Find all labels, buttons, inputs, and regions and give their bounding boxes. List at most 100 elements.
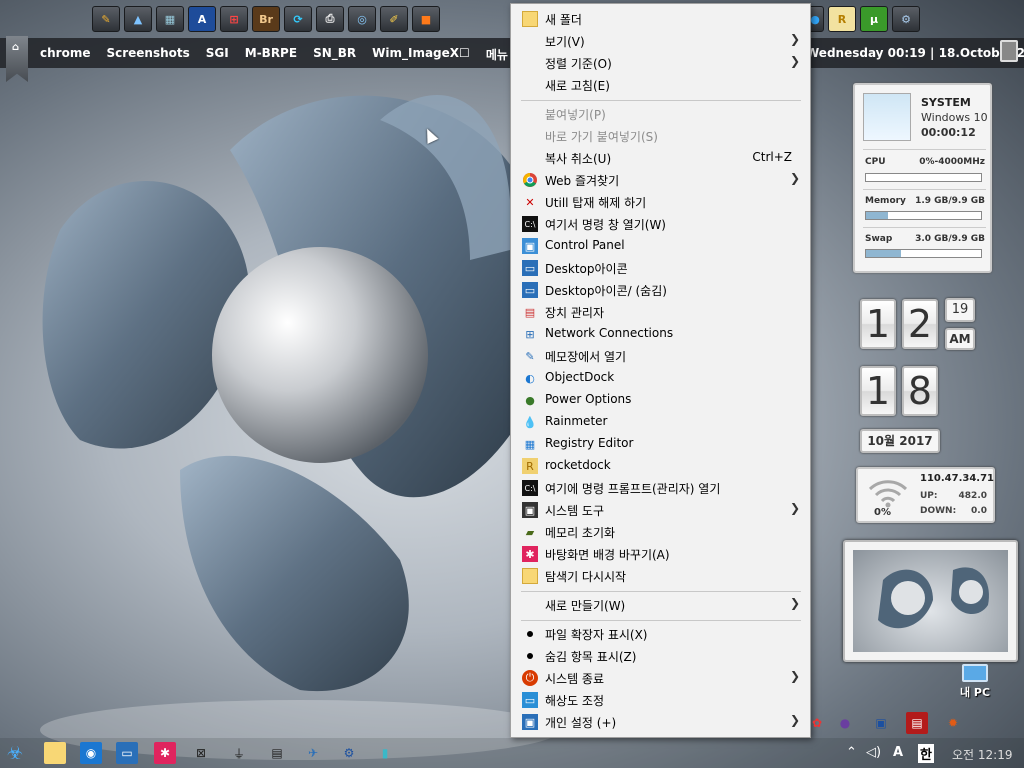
save-icon[interactable]: ▣ <box>870 712 892 734</box>
desktop-icon-my-pc[interactable]: 내 PC <box>955 664 995 700</box>
menu-item-new-folder[interactable]: 새 폴더 <box>511 8 810 30</box>
menu-item-control-panel[interactable]: ▣ Control Panel <box>511 235 810 257</box>
menu-item-power-options[interactable]: ● Power Options <box>511 389 810 411</box>
orange-app-icon[interactable]: ■ <box>412 6 440 32</box>
system-monitor-widget: SYSTEM Windows 10 00:00:12 CPU 0%-4000MHz… <box>853 83 992 273</box>
cpu-bar <box>865 173 982 182</box>
bottle-app-icon[interactable]: ▮ <box>374 742 396 764</box>
wallpaper-app-icon[interactable]: ✱ <box>154 742 176 764</box>
circle-arrow-icon[interactable]: ⟳ <box>284 6 312 32</box>
screen-icon[interactable]: ▭ <box>116 742 138 764</box>
disc-icon[interactable]: ◎ <box>348 6 376 32</box>
system-title: SYSTEM <box>921 96 971 109</box>
menu-item-desktop-icons[interactable]: ▭ Desktop아이콘 <box>511 257 810 279</box>
recycle-bin-icon[interactable] <box>1000 40 1018 62</box>
menu-item-shutdown[interactable]: ⏻ 시스템 종료 ❯ <box>511 667 810 689</box>
paw-icon[interactable]: ✿ <box>806 712 828 734</box>
tool-icon[interactable]: ✈ <box>302 742 324 764</box>
ime-indicator[interactable]: 한 <box>918 744 934 763</box>
control-panel-icon: ▣ <box>522 238 538 254</box>
menu-item-rocketdock[interactable]: Rrocketdock <box>511 455 810 477</box>
orange-gear-icon[interactable]: ✹ <box>942 712 964 734</box>
menu-item-change-wallpaper[interactable]: ✱ 바탕화면 배경 바꾸기(A) <box>511 543 810 565</box>
notepad-icon: ✎ <box>525 349 535 363</box>
rainmeter-r-icon[interactable]: R <box>828 6 856 32</box>
menu-item-util-unmount[interactable]: ✕ Utill 탑재 해제 하기 <box>511 191 810 213</box>
chevron-right-icon: ❯ <box>789 669 800 683</box>
windows-flag-icon[interactable]: ⊞ <box>220 6 248 32</box>
menu-item-paste: 붙여넣기(P) <box>545 108 606 122</box>
menu-item-system-tools[interactable]: ▣ 시스템 도구 ❯ <box>511 499 810 521</box>
network-tool-icon[interactable]: ⊠ <box>190 742 212 764</box>
menu-item-personalize[interactable]: ▣ 개인 설정 (+) ❯ <box>511 711 810 733</box>
objectdock-icon: ◐ <box>525 371 535 385</box>
menu-item-registry-editor[interactable]: ▦ Registry Editor <box>511 433 810 455</box>
top-launcher: ✎ ▲ ▦ A ⊞ Br ⟳ ⎙ ◎ ✐ ■ <box>92 6 512 32</box>
input-language[interactable]: A <box>893 745 903 760</box>
menu-item-restart-explorer[interactable]: 탐색기 다시시작 <box>511 565 810 587</box>
menu-item-new[interactable]: 새로 만들기(W) ❯ <box>511 594 810 616</box>
menu-item-objectdock[interactable]: ◐ ObjectDock <box>511 367 810 389</box>
menu-item-resolution[interactable]: ▭ 해상도 조정 <box>511 689 810 711</box>
taskbar-clock[interactable]: 오전 12:19 <box>952 746 1012 763</box>
tray-chevron-up-icon[interactable]: ⌃ <box>846 745 857 760</box>
menu-item-open-cmd-here[interactable]: C:\ 여기서 명령 창 열기(W) <box>511 213 810 235</box>
printer-icon[interactable]: ⎙ <box>316 6 344 32</box>
personalize-icon: ▣ <box>522 714 538 730</box>
folder-icon <box>522 11 538 27</box>
menu-item-show-extensions[interactable]: 파일 확장자 표시(X) <box>511 623 810 645</box>
menu-item-admin-cmd[interactable]: C:\ 여기에 명령 프롬프트(관리자) 열기 <box>511 477 810 499</box>
settings-app-icon[interactable]: ⚙ <box>338 742 360 764</box>
menu-item-desktop-icons-hidden[interactable]: ▭ Desktop아이콘/ (숨김) <box>511 279 810 301</box>
ip-address: 110.47.34.71 <box>920 473 995 484</box>
menu-item-network-connections[interactable]: ⊞ Network Connections <box>511 323 810 345</box>
bookmark-menu[interactable]: 메뉴 <box>486 46 508 63</box>
system-uptime: 00:00:12 <box>921 126 976 139</box>
volume-icon[interactable]: ◁) <box>866 745 881 760</box>
menu-item-device-manager[interactable]: ▤ 장치 관리자 <box>511 301 810 323</box>
chevron-right-icon: ❯ <box>789 171 800 185</box>
red-app-icon[interactable]: ▤ <box>906 712 928 734</box>
menu-item-show-hidden[interactable]: 숨김 항목 표시(Z) <box>511 645 810 667</box>
desktop-hidden-icon: ▭ <box>522 282 538 298</box>
menu-separator <box>521 591 801 592</box>
menu-item-web-favorites[interactable]: Web 즐겨찾기 ❯ <box>511 169 810 191</box>
menu-item-view[interactable]: 보기(V) ❯ <box>511 30 810 52</box>
triangle-icon[interactable]: ▲ <box>124 6 152 32</box>
settings-gears-icon[interactable]: ⚙ <box>892 6 920 32</box>
chrome-icon <box>522 172 538 188</box>
bookmark-wim-imagex[interactable]: Wim_ImageX☐ <box>372 46 470 63</box>
app-blue-icon[interactable]: ◉ <box>80 742 102 764</box>
menu-item-memory-clear[interactable]: ▰ 메모리 초기화 <box>511 521 810 543</box>
clock-minute-tens: 1 <box>860 366 896 416</box>
menu-item-open-in-notepad[interactable]: ✎ 메모장에서 열기 <box>511 345 810 367</box>
windows-tiles-icon[interactable]: ▦ <box>156 6 184 32</box>
clock-minute-ones: 8 <box>902 366 938 416</box>
menu-item-rainmeter[interactable]: 💧 Rainmeter <box>511 411 810 433</box>
bookmark-chrome[interactable]: chrome <box>40 46 90 63</box>
menu-item-sort-by[interactable]: 정렬 기준(O) ❯ <box>511 52 810 74</box>
paint-brush-icon[interactable]: ✎ <box>92 6 120 32</box>
drive-icon[interactable]: ▤ <box>266 742 288 764</box>
bookmark-sgi[interactable]: SGI <box>206 46 229 63</box>
start-biohazard-icon[interactable]: ☣ <box>4 742 26 764</box>
bookmark-screenshots[interactable]: Screenshots <box>106 46 189 63</box>
shutdown-icon: ⏻ <box>522 670 538 686</box>
purple-app-icon[interactable]: ● <box>834 712 856 734</box>
bookmark-m-brpe[interactable]: M-BRPE <box>245 46 297 63</box>
menu-separator <box>521 620 801 621</box>
menu-item-refresh[interactable]: 새로 고침(E) <box>511 74 810 96</box>
network-widget: 0% 110.47.34.71 UP: 482.0 DOWN: 0.0 <box>856 467 995 523</box>
down-value: 0.0 <box>971 506 987 516</box>
bridge-icon[interactable]: Br <box>252 6 280 32</box>
wallpaper-preview-widget[interactable] <box>843 540 1018 662</box>
pen-icon[interactable]: ✐ <box>380 6 408 32</box>
swap-bar <box>865 249 982 258</box>
file-explorer-icon[interactable] <box>44 742 66 764</box>
menu-item-undo-copy[interactable]: 복사 취소(U) Ctrl+Z <box>511 147 810 169</box>
blue-a-icon[interactable]: A <box>188 6 216 32</box>
desktop-icon: ▭ <box>522 260 538 276</box>
bookmark-sn-br[interactable]: SN_BR <box>313 46 356 63</box>
usb-icon[interactable]: ⏚ <box>228 742 250 764</box>
utorrent-icon[interactable]: µ <box>860 6 888 32</box>
